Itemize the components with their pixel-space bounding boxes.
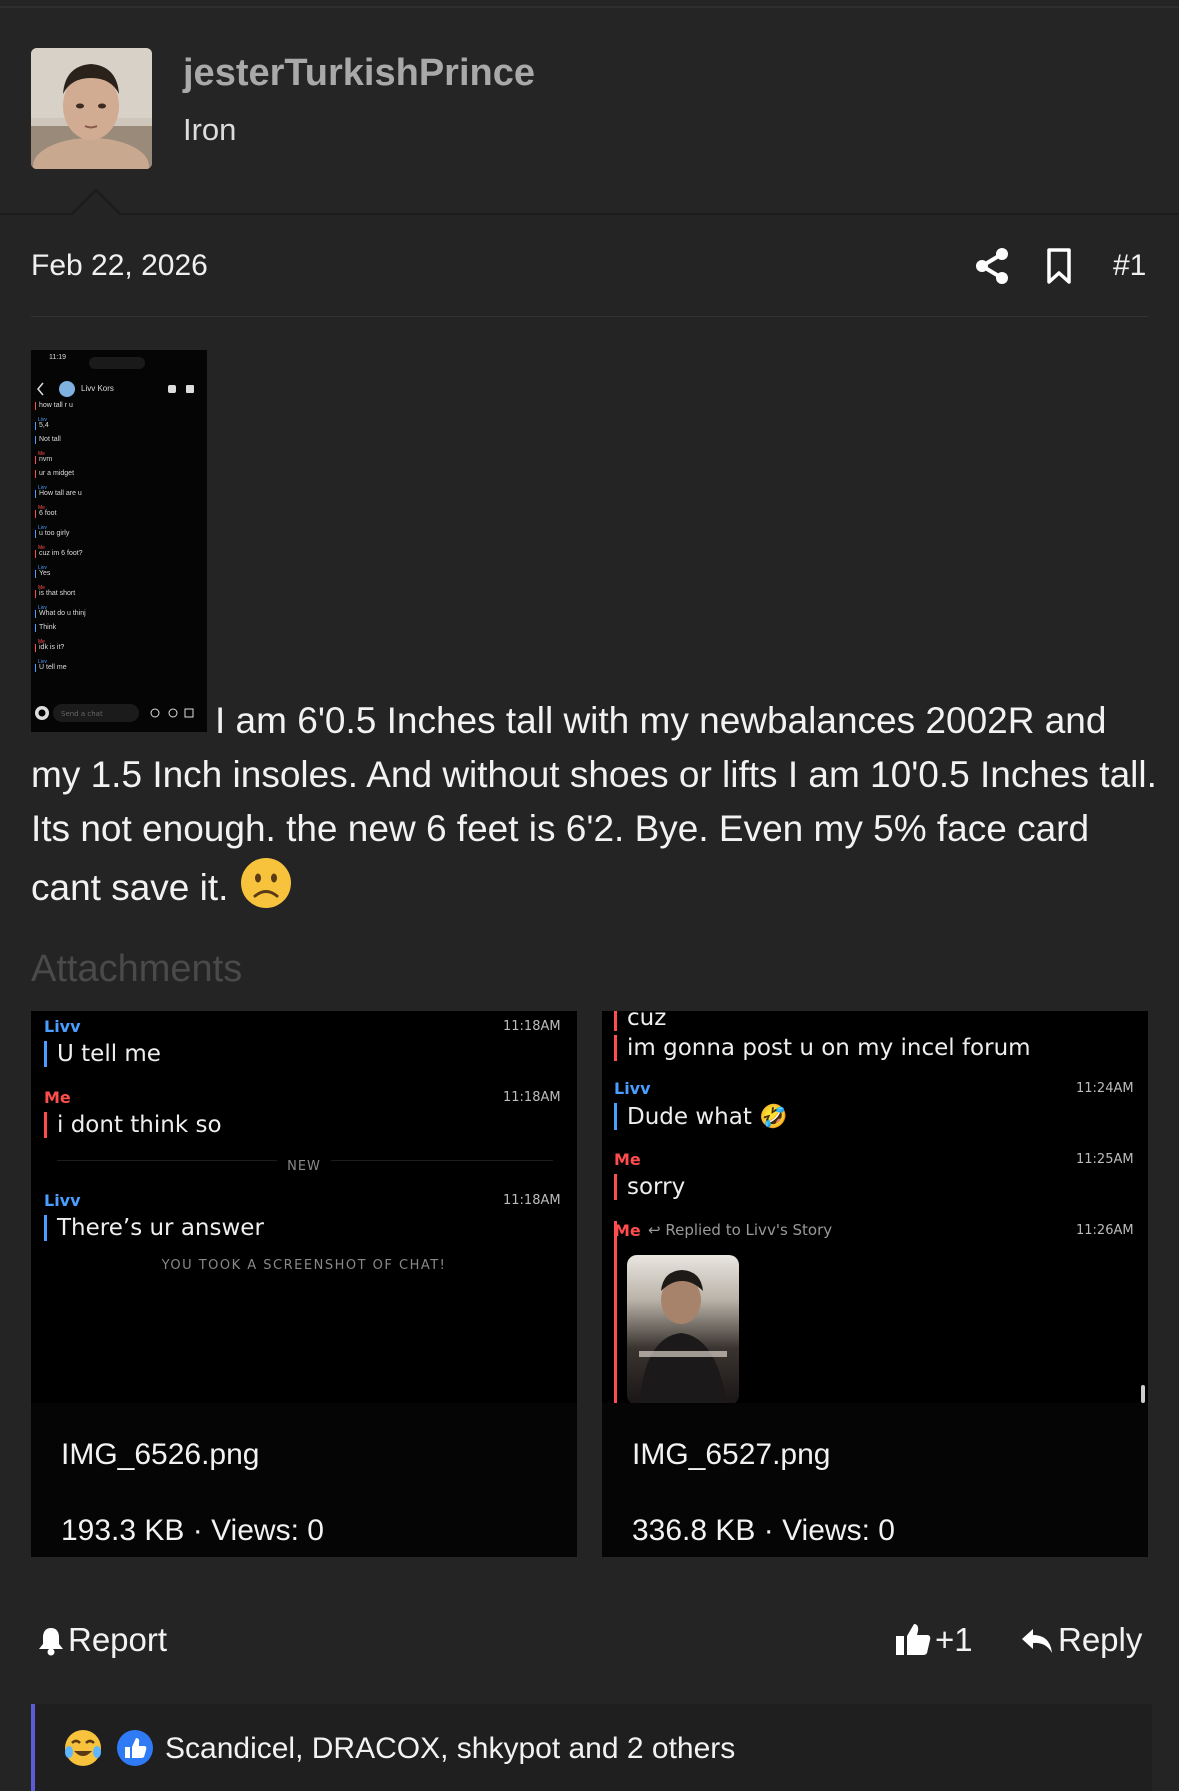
chat-header	[31, 380, 207, 398]
sender-label: Me	[44, 1088, 71, 1107]
message-text: 6 foot	[35, 510, 57, 518]
reactions-bar[interactable]: Scandicel, DRACOX, shkypot and 2 others	[31, 1704, 1152, 1791]
sender-label: Me	[614, 1221, 641, 1240]
message-text: is that short	[35, 590, 75, 598]
message-text: U tell me	[44, 1041, 161, 1067]
post-date[interactable]: Feb 22, 2026	[31, 249, 208, 283]
attachment-filename[interactable]: IMG_6526.png	[61, 1438, 259, 1472]
sender-label: Livv	[614, 1079, 651, 1098]
reply-button[interactable]: Reply	[1020, 1621, 1142, 1664]
message-text: cuz im 6 foot?	[35, 550, 83, 558]
message-time: 11:26AM	[1076, 1223, 1134, 1238]
report-label: Report	[68, 1621, 168, 1658]
user-header: jesterTurkishPrince Iron	[0, 8, 1179, 214]
message-text: Yes	[35, 570, 50, 578]
screenshot-notice: YOU TOOK A SCREENSHOT OF CHAT!	[161, 1258, 447, 1273]
message-text: idk is it?	[35, 644, 64, 652]
bell-icon	[38, 1626, 64, 1664]
message-time: 11:18AM	[503, 1019, 561, 1034]
message-text: sorry	[614, 1174, 685, 1200]
message-text: im gonna post u on my incel forum	[614, 1035, 1031, 1061]
scrollbar[interactable]	[1141, 1385, 1145, 1403]
post-number[interactable]: #1	[1113, 249, 1146, 283]
new-label: NEW	[31, 1159, 577, 1174]
reply-arrow-icon: ↩	[648, 1221, 661, 1239]
message-text: Dude what 🤣	[614, 1103, 788, 1130]
message-text: Think	[35, 624, 56, 632]
attachment-card[interactable]: Livv 11:18AM U tell me Me 11:18AM i dont…	[31, 1011, 577, 1557]
reaction-users[interactable]: Scandicel, DRACOX, shkypot and 2 others	[165, 1732, 735, 1766]
thumbs-up-reaction-icon	[115, 1728, 155, 1768]
story-thumbnail[interactable]	[627, 1255, 739, 1405]
attachment-preview[interactable]: cuz im gonna post u on my incel forum Li…	[602, 1011, 1148, 1405]
user-title: Iron	[183, 112, 237, 147]
sender-label: Livv	[44, 1191, 81, 1210]
inline-image[interactable]: 11:19 Livv Kors how tall r u Livv 5,4 Not t…	[31, 350, 207, 732]
crying-laughing-face-icon	[63, 1728, 103, 1768]
message-text: U tell me	[35, 664, 67, 672]
message-time: 11:18AM	[503, 1193, 561, 1208]
message-time: 11:25AM	[1076, 1152, 1134, 1167]
message-text: u too girly	[35, 530, 69, 538]
like-count: +1	[935, 1621, 973, 1658]
message-text: ur a midget	[35, 470, 74, 478]
reply-bar	[614, 1221, 617, 1403]
message-text: how tall r u	[35, 402, 73, 410]
status-time: 11:19	[49, 354, 66, 361]
slightly-frowning-face-icon	[239, 856, 293, 910]
report-button[interactable]: Report	[38, 1621, 167, 1664]
chat-contact-name: Livv Kors	[81, 384, 114, 393]
attachment-preview[interactable]: Livv 11:18AM U tell me Me 11:18AM i dont…	[31, 1011, 577, 1403]
reply-arrow-icon	[1020, 1626, 1054, 1664]
post-body-text: I am 6'0.5 Inches tall with my newbalanc…	[31, 700, 1157, 908]
message-text: There’s ur answer	[44, 1215, 264, 1241]
sender-label: Livv	[44, 1017, 81, 1036]
attachment-meta: 193.3 KB · Views: 0	[61, 1514, 324, 1547]
bookmark-icon[interactable]	[1042, 246, 1076, 286]
header-divider	[0, 213, 1179, 215]
like-button[interactable]: +1	[895, 1621, 973, 1664]
message-text: nvm	[35, 456, 52, 464]
avatar[interactable]	[31, 48, 152, 169]
story-reply-label: ↩ Replied to Livv's Story	[648, 1221, 833, 1239]
message-text: Not tall	[35, 436, 61, 444]
dynamic-island	[89, 357, 145, 369]
thumbs-up-icon	[895, 1622, 931, 1664]
message-text: What do u thinj	[35, 610, 86, 618]
message-text: i dont think so	[44, 1112, 222, 1138]
message-time: 11:24AM	[1076, 1081, 1134, 1096]
message-time: 11:18AM	[503, 1090, 561, 1105]
header-pointer-inner	[72, 192, 120, 216]
post-divider	[31, 316, 1148, 317]
share-icon[interactable]	[972, 246, 1012, 286]
message-text: cuz	[614, 1011, 666, 1031]
reply-label: Reply	[1058, 1621, 1143, 1658]
username[interactable]: jesterTurkishPrince	[183, 52, 535, 95]
attachment-card[interactable]: cuz im gonna post u on my incel forum Li…	[602, 1011, 1148, 1557]
attachments-title: Attachments	[31, 948, 243, 990]
sender-label: Me	[614, 1150, 641, 1169]
message-text: How tall are u	[35, 490, 82, 498]
attachment-filename[interactable]: IMG_6527.png	[632, 1438, 830, 1472]
post-body: I am 6'0.5 Inches tall with my newbalanc…	[31, 694, 1161, 915]
attachment-meta: 336.8 KB · Views: 0	[632, 1514, 895, 1547]
message-text: 5,4	[35, 422, 49, 430]
